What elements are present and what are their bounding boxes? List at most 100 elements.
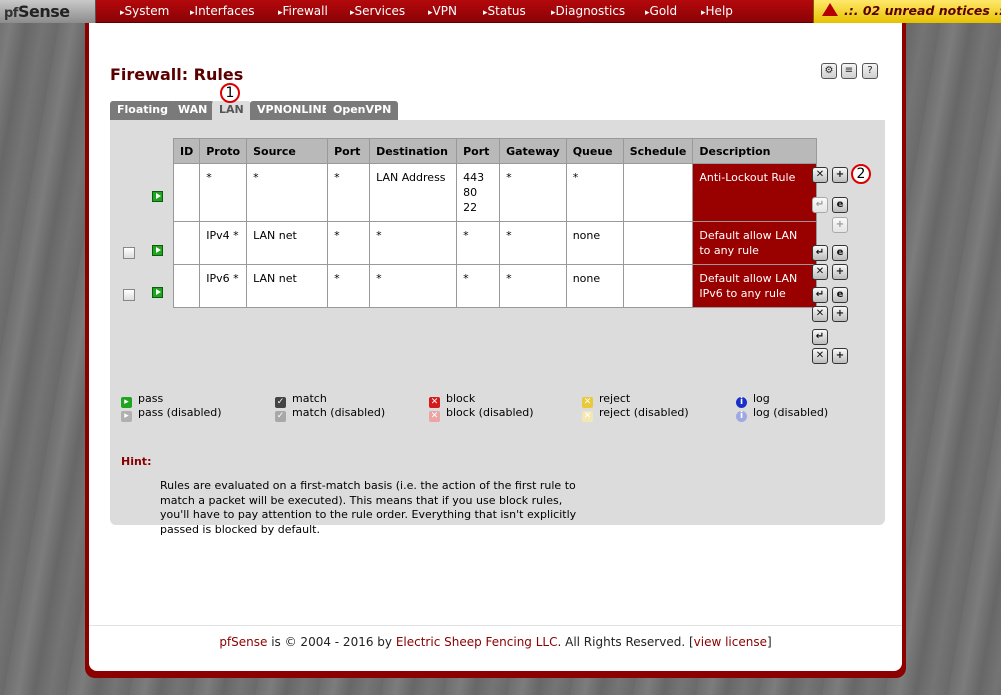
cell-queue: * [565, 163, 624, 222]
cell-gateway: * [499, 221, 567, 265]
add-rule-below-icon[interactable]: + [832, 306, 848, 322]
legend-match-disabled: ✓ match (disabled) [275, 406, 386, 422]
cell-proto: * [199, 163, 248, 222]
top-navigation-bar: pfSense System Interfaces Firewall Servi… [0, 0, 1001, 23]
cell-dest-port: 443 80 22 [456, 163, 501, 222]
page-title: Firewall: Rules [110, 65, 244, 84]
cell-schedule [622, 221, 694, 265]
cell-destination: * [369, 221, 458, 265]
footer-divider [89, 625, 902, 626]
menu-status[interactable]: Status [483, 4, 526, 18]
cell-source-port: * [327, 163, 371, 222]
footer-text: ] [766, 635, 772, 649]
company-link[interactable]: Electric Sheep Fencing LLC [396, 635, 558, 649]
footer-brand: pfSense [219, 635, 268, 649]
cell-id [172, 264, 201, 308]
legend-block-disabled: ✕ block (disabled) [429, 406, 534, 422]
table-row[interactable]: IPv4 * LAN net * * * * none Default allo… [172, 221, 818, 265]
add-rule-below-icon[interactable]: + [832, 217, 848, 233]
rule-select-checkbox[interactable] [123, 247, 135, 259]
tab-lan[interactable]: LAN [212, 101, 251, 121]
menu-services[interactable]: Services [350, 4, 406, 18]
cell-schedule [622, 163, 694, 222]
tab-wan[interactable]: WAN [171, 101, 215, 120]
column-header-dest-port: Port [456, 138, 501, 164]
unread-notices-alert[interactable]: .:. 02 unread notices .:. [813, 0, 1001, 23]
table-header-row: ID Proto Source Port Destination Port Ga… [172, 138, 818, 164]
delete-selected-icon[interactable]: ✕ [812, 167, 828, 183]
menu-help[interactable]: Help [701, 4, 733, 18]
move-selected-icon[interactable]: ↵ [812, 197, 828, 213]
rules-panel: ID Proto Source Port Destination Port Ga… [110, 120, 885, 536]
delete-rule-icon[interactable]: ✕ [812, 264, 828, 280]
cell-source-port: * [327, 221, 371, 265]
move-selected-icon[interactable]: ↵ [812, 329, 828, 345]
edit-rule-icon[interactable]: e [832, 197, 848, 213]
cell-description: Default allow LAN to any rule [692, 221, 818, 265]
legend-reject-disabled: ✕ reject (disabled) [582, 406, 689, 422]
cell-id [172, 221, 201, 265]
port-value: 80 [463, 186, 478, 199]
main-content: Firewall: Rules ⚙ ≡ ? Floating WAN LAN V… [89, 23, 902, 671]
pass-rule-icon[interactable] [152, 191, 163, 202]
cell-proto: IPv4 * [199, 221, 248, 265]
cell-source: LAN net [246, 264, 329, 308]
move-selected-icon[interactable]: ↵ [812, 245, 828, 261]
menu-firewall[interactable]: Firewall [278, 4, 328, 18]
cell-source: LAN net [246, 221, 329, 265]
table-row[interactable]: * * * LAN Address 443 80 22 * * Anti-Loc… [172, 163, 818, 222]
cell-queue: none [565, 221, 624, 265]
column-header-description: Description [692, 138, 818, 164]
cell-destination: * [369, 264, 458, 308]
pass-disabled-icon: ▸ [121, 411, 132, 422]
notice-text: .:. 02 unread notices .:. [844, 3, 1001, 18]
cell-schedule [622, 264, 694, 308]
tab-openvpn[interactable]: OpenVPN [326, 101, 399, 120]
tab-floating[interactable]: Floating [110, 101, 175, 120]
menu-gold[interactable]: Gold [645, 4, 678, 18]
edit-rule-icon[interactable]: e [832, 287, 848, 303]
settings-icon[interactable]: ⚙ [821, 63, 837, 79]
log-disabled-icon: i [736, 411, 747, 422]
port-value: 443 [463, 171, 485, 184]
column-header-id: ID [172, 138, 201, 164]
add-rule-icon[interactable]: + [832, 167, 848, 183]
pfsense-logo[interactable]: pfSense [0, 0, 96, 23]
cell-proto: IPv6 * [199, 264, 248, 308]
delete-rule-icon[interactable]: ✕ [812, 306, 828, 322]
footer: pfSense is © 2004 - 2016 by Electric She… [89, 635, 902, 649]
menu-vpn[interactable]: VPN [428, 4, 457, 18]
cell-description: Anti-Lockout Rule [692, 163, 818, 222]
column-header-source: Source [246, 138, 329, 164]
add-rule-icon[interactable]: + [832, 348, 848, 364]
add-rule-below-icon[interactable]: + [832, 264, 848, 280]
table-row[interactable]: IPv6 * LAN net * * * * none Default allo… [172, 264, 818, 308]
menu-interfaces[interactable]: Interfaces [190, 4, 255, 18]
cell-dest-port: * [456, 221, 501, 265]
list-icon[interactable]: ≡ [841, 63, 857, 79]
column-header-destination: Destination [369, 138, 458, 164]
help-icon[interactable]: ? [862, 63, 878, 79]
pass-rule-icon[interactable] [152, 287, 163, 298]
footer-text: . All Rights Reserved. [ [557, 635, 694, 649]
cell-destination: LAN Address [369, 163, 458, 222]
edit-rule-icon[interactable]: e [832, 245, 848, 261]
delete-selected-icon[interactable]: ✕ [812, 348, 828, 364]
view-license-link[interactable]: view license [694, 635, 767, 649]
callout-1: 1 [220, 83, 240, 103]
rule-select-checkbox[interactable] [123, 289, 135, 301]
pass-rule-icon[interactable] [152, 245, 163, 256]
hint-text: Rules are evaluated on a first-match bas… [160, 479, 577, 536]
cell-gateway: * [499, 163, 567, 222]
warning-icon [822, 3, 838, 16]
cell-source-port: * [327, 264, 371, 308]
menu-diagnostics[interactable]: Diagnostics [551, 4, 626, 18]
hint-label: Hint: [121, 455, 152, 468]
menu-system[interactable]: System [120, 4, 170, 18]
column-header-gateway: Gateway [499, 138, 567, 164]
tab-vpnonline[interactable]: VPNONLINE [250, 101, 337, 120]
reject-disabled-icon: ✕ [582, 411, 593, 422]
move-selected-icon[interactable]: ↵ [812, 287, 828, 303]
cell-id [172, 163, 201, 222]
legend-pass-disabled: ▸ pass (disabled) [121, 406, 222, 422]
